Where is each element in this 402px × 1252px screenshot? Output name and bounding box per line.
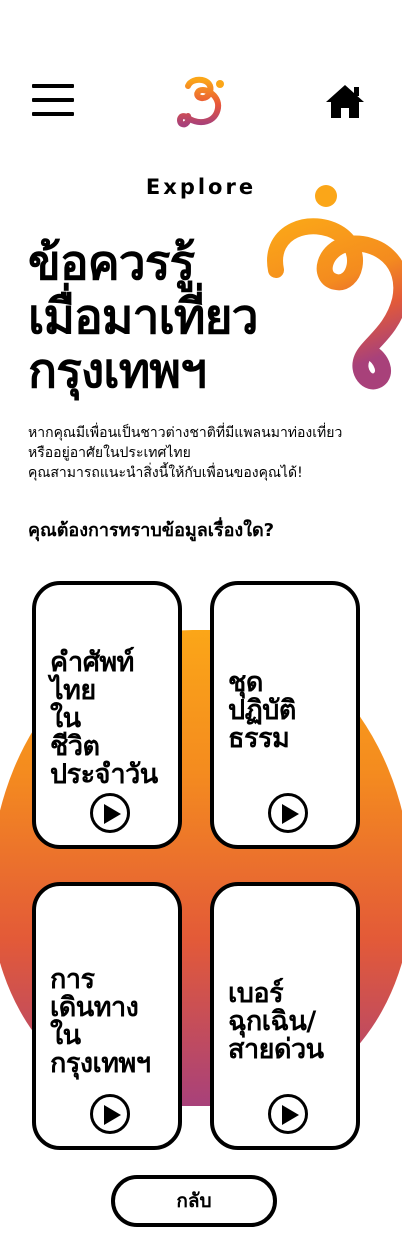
card-label-line: ธรรม	[228, 723, 290, 754]
title-line: ข้อควรรู้	[28, 235, 195, 291]
card-label-line: ใน	[50, 703, 81, 734]
card-label-line: ไทย	[50, 675, 96, 706]
play-icon[interactable]	[268, 793, 308, 833]
card-label: การ เดินทาง ใน กรุงเทพฯ	[50, 966, 190, 1078]
description-line: หรืออยู่อาศัยในประเทศไทย	[28, 445, 191, 461]
card-daily-thai-vocabulary[interactable]: คำศัพท์ ไทย ใน ชีวิต ประจำวัน	[32, 581, 182, 849]
card-label-line: สายด่วน	[228, 1034, 324, 1065]
card-label-line: กรุงเทพฯ	[50, 1048, 151, 1079]
menu-icon[interactable]	[32, 82, 76, 118]
card-label: คำศัพท์ ไทย ใน ชีวิต ประจำวัน	[50, 649, 190, 789]
card-travel-in-bangkok[interactable]: การ เดินทาง ใน กรุงเทพฯ	[32, 882, 182, 1150]
card-label-line: ปฏิบัติ	[228, 695, 296, 726]
play-icon[interactable]	[268, 1094, 308, 1134]
page-title: ข้อควรรู้ เมื่อมาเที่ยว กรุงเทพฯ	[28, 236, 328, 398]
card-label-line: ฉุกเฉิน/	[228, 1006, 316, 1037]
card-label-line: ชีวิต	[50, 731, 100, 762]
description-line: คุณสามารถแนะนำสิ่งนี้ให้กับเพื่อนของคุณไ…	[28, 465, 303, 481]
logo-icon	[177, 76, 224, 128]
card-label-line: เบอร์	[228, 978, 284, 1009]
description-line: หากคุณมีเพื่อนเป็นชาวต่างชาติที่มีแพลนมา…	[28, 425, 343, 441]
title-line: กรุงเทพฯ	[28, 343, 207, 399]
card-label: ชุด ปฏิบัติ ธรรม	[228, 669, 368, 753]
home-icon[interactable]	[324, 82, 366, 120]
play-icon[interactable]	[90, 1094, 130, 1134]
card-emergency-numbers[interactable]: เบอร์ ฉุกเฉิน/ สายด่วน	[210, 882, 360, 1150]
card-label-line: เดินทาง	[50, 992, 139, 1023]
back-button[interactable]: กลับ	[111, 1175, 277, 1227]
card-label-line: ชุด	[228, 667, 263, 698]
play-icon[interactable]	[90, 793, 130, 833]
question-heading: คุณต้องการทราบข้อมูลเรื่องใด?	[28, 520, 275, 541]
card-label-line: การ	[50, 964, 95, 995]
card-dress-code[interactable]: ชุด ปฏิบัติ ธรรม	[210, 581, 360, 849]
card-label-line: คำศัพท์	[50, 647, 134, 678]
card-label-line: ใน	[50, 1020, 81, 1051]
card-label-line: ประจำวัน	[50, 759, 158, 790]
description: หากคุณมีเพื่อนเป็นชาวต่างชาติที่มีแพลนมา…	[28, 423, 388, 483]
title-line: เมื่อมาเที่ยว	[28, 289, 259, 345]
card-label: เบอร์ ฉุกเฉิน/ สายด่วน	[228, 980, 368, 1064]
